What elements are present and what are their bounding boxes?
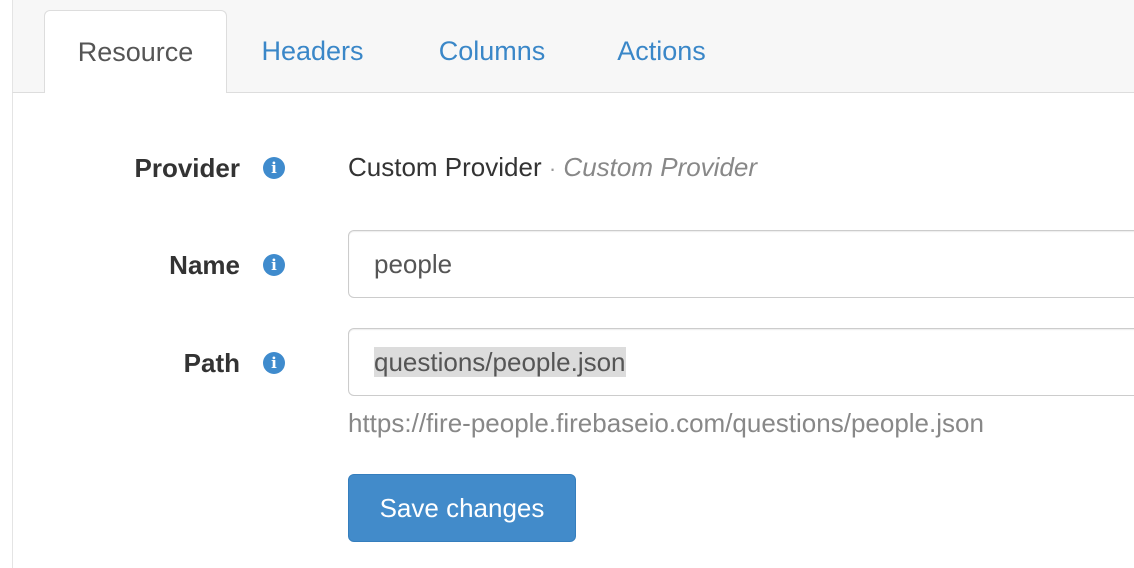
tab-headers[interactable]: Headers: [245, 10, 380, 93]
tab-columns[interactable]: Columns: [417, 10, 567, 93]
path-input-value: questions/people.json: [374, 347, 626, 377]
name-label: Name: [169, 250, 240, 280]
tab-resource[interactable]: Resource: [44, 10, 227, 94]
tab-actions[interactable]: Actions: [599, 10, 724, 93]
path-input[interactable]: questions/people.json: [348, 328, 1134, 396]
name-input-value: people: [374, 249, 453, 279]
provider-name: Custom Provider: [348, 152, 542, 182]
tab-bar: Resource Headers Columns Actions: [12, 0, 1134, 94]
info-circle-icon[interactable]: i: [263, 157, 285, 179]
provider-label: Provider: [134, 153, 241, 183]
provider-subtitle: Custom Provider: [563, 152, 758, 182]
path-help-url: https://fire-people.firebaseio.com/quest…: [348, 408, 984, 438]
name-input[interactable]: people: [348, 230, 1134, 298]
provider-separator: ·: [548, 156, 557, 181]
provider-value: Custom Provider · Custom Provider: [348, 152, 757, 183]
info-circle-icon[interactable]: i: [263, 254, 285, 276]
save-changes-button[interactable]: Save changes: [348, 474, 576, 542]
path-label: Path: [183, 348, 240, 378]
info-circle-icon[interactable]: i: [263, 352, 285, 374]
